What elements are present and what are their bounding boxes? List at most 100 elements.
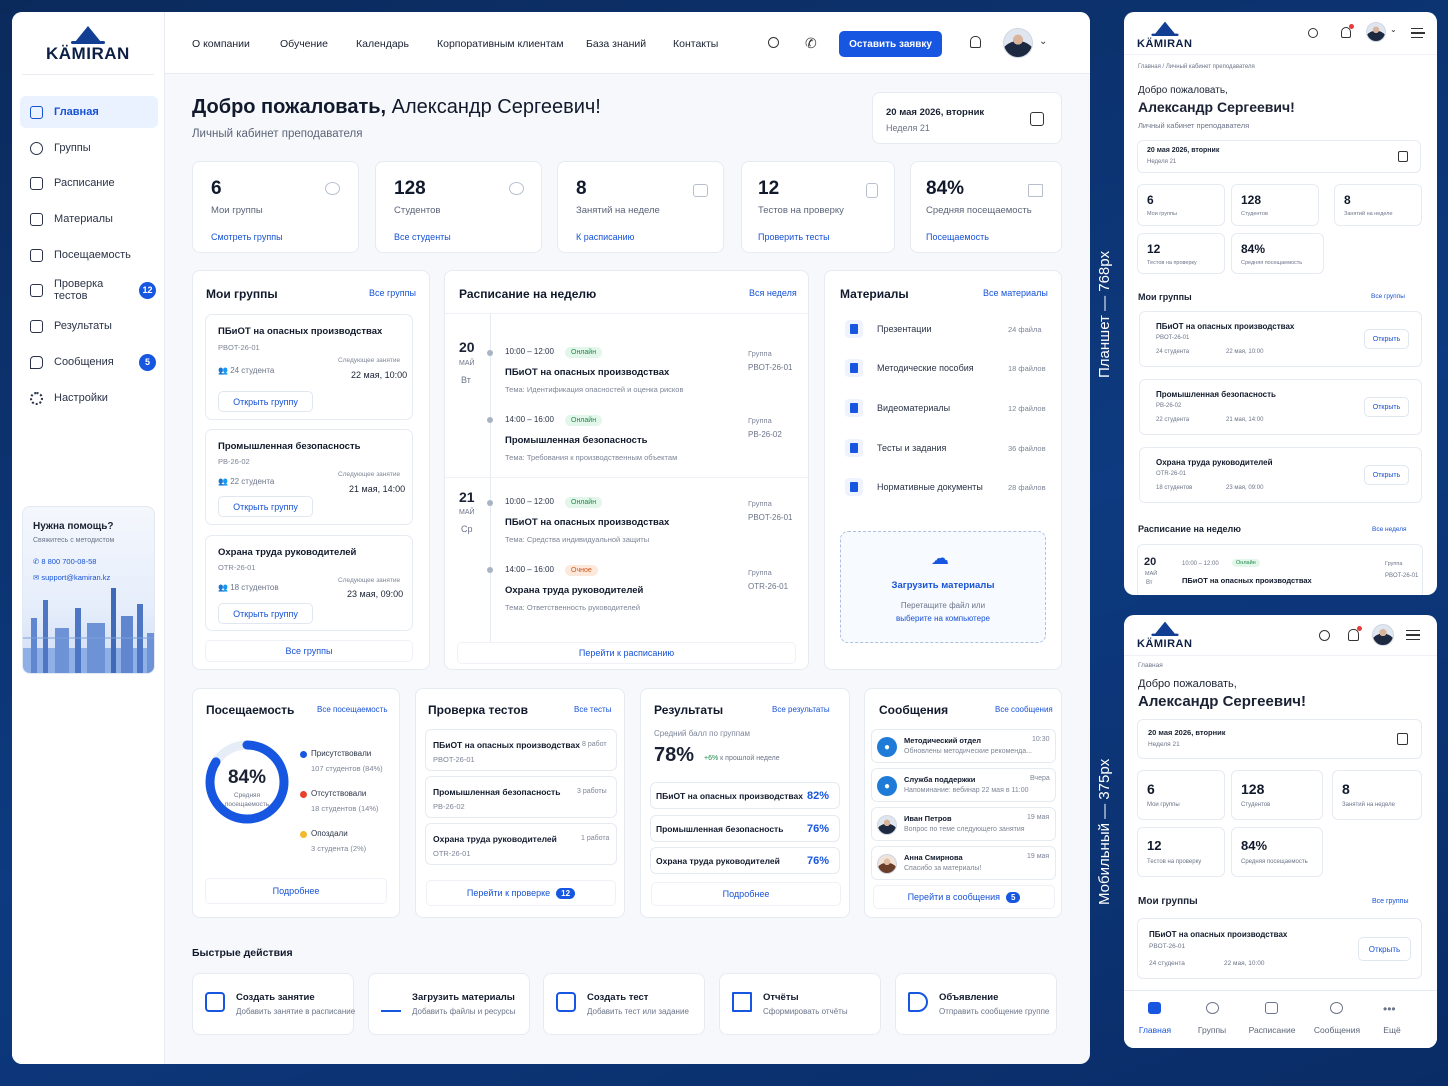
upload-dropzone[interactable]: ☁ Загрузить материалы Перетащите файл ил…	[840, 531, 1046, 643]
open-group-button[interactable]: Открыть	[1364, 397, 1409, 417]
tests-view-all-link[interactable]: Все тесты	[574, 705, 611, 714]
results-view-all-link[interactable]: Все результаты	[772, 705, 830, 714]
quick-action-create-lesson[interactable]: Создать занятие Добавить занятие в распис…	[192, 973, 355, 1035]
go-to-messages-button[interactable]: Перейти в сообщения 5	[873, 885, 1055, 909]
message-item[interactable]: Иван Петров Вопрос по теме следующего за…	[871, 807, 1056, 841]
stat-card-lessons[interactable]: 8 Занятий на неделе	[1332, 770, 1422, 820]
nav-link-about[interactable]: О компании	[192, 38, 250, 50]
nav-link-corporate[interactable]: Корпоративным клиентам	[437, 38, 564, 50]
message-item[interactable]: Анна Смирнова Спасибо за материалы! 19 м…	[871, 846, 1056, 880]
go-to-schedule-button[interactable]: Перейти к расписанию	[457, 642, 796, 664]
stat-link-tests[interactable]: Проверить тесты	[758, 232, 830, 242]
date-picker[interactable]: 20 мая 2026, вторник Неделя 21	[1137, 140, 1421, 173]
test-item[interactable]: Промышленная безопасность PB-26-02 3 раб…	[425, 776, 617, 818]
stat-card-students[interactable]: 128 Студентов	[1231, 770, 1323, 820]
all-groups-button[interactable]: Все группы	[205, 640, 413, 662]
brand-logo[interactable]: KÄMIRAN	[1137, 618, 1192, 650]
stat-card-tests[interactable]: 12 Тестов на проверку Проверить тесты	[741, 161, 895, 253]
stat-card-groups[interactable]: 6 Мои группы Смотреть группы	[192, 161, 359, 253]
user-avatar[interactable]	[1003, 28, 1033, 58]
chevron-down-icon[interactable]: ⌄	[1390, 25, 1397, 34]
attendance-details-button[interactable]: Подробнее	[205, 878, 387, 904]
stat-link-attendance[interactable]: Посещаемость	[926, 232, 989, 242]
test-item[interactable]: ПБиОТ на опасных производствах PBOT-26-0…	[425, 729, 617, 771]
help-phone-link[interactable]: ✆ 8 800 700-08-58	[33, 557, 96, 566]
result-item[interactable]: Промышленная безопасность 76%	[650, 815, 840, 842]
group-card[interactable]: Охрана труда руководителей OTR-26-01 👥 1…	[205, 535, 413, 631]
quick-action-reports[interactable]: Отчёты Сформировать отчёты	[719, 973, 881, 1035]
sidebar-item-schedule[interactable]: Расписание	[20, 167, 158, 199]
stat-card-groups[interactable]: 6 Мои группы	[1137, 184, 1225, 226]
group-card[interactable]: ПБиОТ на опасных производствах PBOT-26-0…	[1137, 918, 1422, 979]
bell-icon[interactable]	[1348, 626, 1362, 641]
quick-action-create-test[interactable]: Создать тест Добавить тест или задание	[543, 973, 705, 1035]
message-item[interactable]: ● Служба поддержки Напоминание: вебинар …	[871, 768, 1056, 802]
sidebar-item-groups[interactable]: Группы	[20, 132, 158, 164]
stat-card-tests[interactable]: 12 Тестов на проверку	[1137, 827, 1225, 877]
go-to-review-button[interactable]: Перейти к проверке 12	[426, 880, 616, 906]
menu-icon[interactable]	[1411, 28, 1425, 38]
open-group-button[interactable]: Открыть	[1358, 937, 1411, 961]
result-item[interactable]: Охрана труда руководителей 76%	[650, 847, 840, 874]
search-icon[interactable]	[1319, 630, 1330, 641]
search-icon[interactable]	[768, 37, 779, 48]
search-icon[interactable]	[1308, 28, 1318, 38]
nav-link-training[interactable]: Обучение	[280, 38, 328, 50]
result-item[interactable]: ПБиОТ на опасных производствах 82%	[650, 782, 840, 809]
chevron-down-icon[interactable]: ⌄	[1039, 36, 1047, 47]
test-item[interactable]: Охрана труда руководителей OTR-26-01 1 р…	[425, 823, 617, 865]
stat-card-attendance[interactable]: 84% Средняя посещаемость	[1231, 827, 1323, 877]
groups-view-all-link[interactable]: Все группы	[1371, 293, 1405, 300]
sidebar-item-tests[interactable]: Проверка тестов 12	[20, 274, 158, 306]
sidebar-item-messages[interactable]: Сообщения 5	[20, 346, 158, 378]
sidebar-item-attendance[interactable]: Посещаемость	[20, 239, 158, 271]
stat-card-tests[interactable]: 12 Тестов на проверку	[1137, 233, 1225, 274]
stat-link-groups[interactable]: Смотреть группы	[211, 232, 283, 242]
choose-file-link[interactable]: выберите на компьютере	[841, 614, 1045, 623]
brand-logo[interactable]: KÄMIRAN	[46, 24, 130, 64]
stat-card-attendance[interactable]: 84% Средняя посещаемость Посещаемость	[910, 161, 1062, 253]
schedule-week-link[interactable]: Все неделя	[1372, 526, 1407, 533]
phone-icon[interactable]: ✆	[805, 35, 817, 52]
sidebar-item-materials[interactable]: Материалы	[20, 203, 158, 235]
stat-card-groups[interactable]: 6 Мои группы	[1137, 770, 1225, 820]
open-group-button[interactable]: Открыть группу	[218, 391, 313, 412]
open-group-button[interactable]: Открыть группу	[218, 603, 313, 624]
group-card[interactable]: ПБиОТ на опасных производствах PBOT-26-0…	[1139, 311, 1422, 367]
schedule-week-link[interactable]: Вся неделя	[749, 288, 797, 298]
group-card[interactable]: Промышленная безопасность PB-26-02 22 ст…	[1139, 379, 1422, 435]
submit-request-button[interactable]: Оставить заявку	[839, 31, 942, 57]
quick-action-announcement[interactable]: Объявление Отправить сообщение группе	[895, 973, 1057, 1035]
attendance-view-all-link[interactable]: Все посещаемость	[317, 705, 388, 714]
user-avatar[interactable]	[1366, 22, 1386, 42]
sidebar-item-home[interactable]: Главная	[20, 96, 158, 128]
open-group-button[interactable]: Открыть	[1364, 329, 1409, 349]
bell-icon[interactable]	[970, 36, 981, 48]
stat-link-schedule[interactable]: К расписанию	[576, 232, 634, 242]
results-details-button[interactable]: Подробнее	[651, 882, 841, 906]
sidebar-item-results[interactable]: Результаты	[20, 310, 158, 342]
open-group-button[interactable]: Открыть	[1364, 465, 1409, 485]
user-avatar[interactable]	[1372, 624, 1394, 646]
bell-icon[interactable]	[1341, 24, 1354, 38]
brand-logo[interactable]: KÄMIRAN	[1137, 18, 1192, 50]
materials-view-all-link[interactable]: Все материалы	[983, 288, 1048, 298]
message-item[interactable]: ● Методический отдел Обновлены методичес…	[871, 729, 1056, 763]
nav-link-knowledge-base[interactable]: База знаний	[586, 38, 646, 50]
date-picker[interactable]: 20 мая 2026, вторник Неделя 21	[1137, 719, 1422, 759]
menu-icon[interactable]	[1406, 630, 1420, 640]
open-group-button[interactable]: Открыть группу	[218, 496, 313, 517]
stat-card-attendance[interactable]: 84% Средняя посещаемость	[1231, 233, 1324, 274]
stat-card-students[interactable]: 128 Студентов Все студенты	[375, 161, 542, 253]
stat-card-students[interactable]: 128 Студентов	[1231, 184, 1319, 226]
quick-action-upload[interactable]: Загрузить материалы Добавить файлы и ресу…	[368, 973, 530, 1035]
groups-view-all-link[interactable]: Все группы	[1372, 898, 1409, 905]
group-card[interactable]: Промышленная безопасность PB-26-02 👥 22 …	[205, 429, 413, 525]
messages-view-all-link[interactable]: Все сообщения	[995, 705, 1053, 714]
stat-card-lessons[interactable]: 8 Занятий на неделе	[1334, 184, 1422, 226]
lesson-item[interactable]: 20 МАЙ Вт 10:00 – 12:00 Онлайн ПБиОТ на …	[1137, 544, 1423, 595]
sidebar-item-settings[interactable]: Настройки	[20, 382, 158, 414]
stat-card-lessons[interactable]: 8 Занятий на неделе К расписанию	[557, 161, 724, 253]
groups-view-all-link[interactable]: Все группы	[369, 288, 416, 298]
date-picker[interactable]: 20 мая 2026, вторник Неделя 21	[872, 92, 1062, 144]
